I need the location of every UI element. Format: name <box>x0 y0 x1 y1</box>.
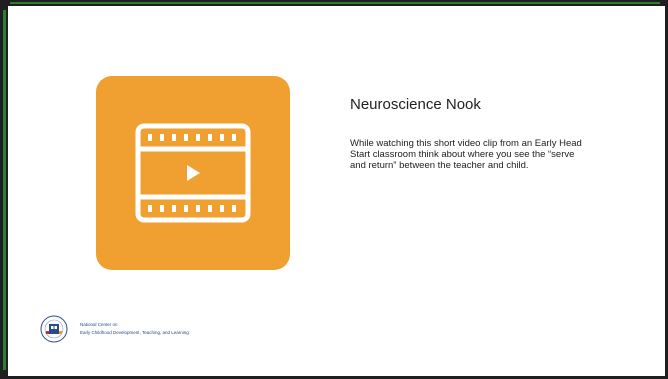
slide-title: Neuroscience Nook <box>350 96 481 113</box>
video-tile[interactable] <box>96 76 290 270</box>
film-play-icon <box>135 123 251 223</box>
footer-logo: National Center on Early Childhood Devel… <box>36 312 256 346</box>
slide: Neuroscience Nook While watching this sh… <box>0 0 668 379</box>
org-name-line1: National Center on <box>80 322 118 327</box>
org-name-line2: Early Childhood Development, Teaching, a… <box>80 330 189 335</box>
frame-top-accent <box>10 2 660 4</box>
slide-body-text: While watching this short video clip fro… <box>350 138 582 171</box>
head-start-seal-icon <box>40 315 68 343</box>
frame-left-accent <box>3 10 6 370</box>
